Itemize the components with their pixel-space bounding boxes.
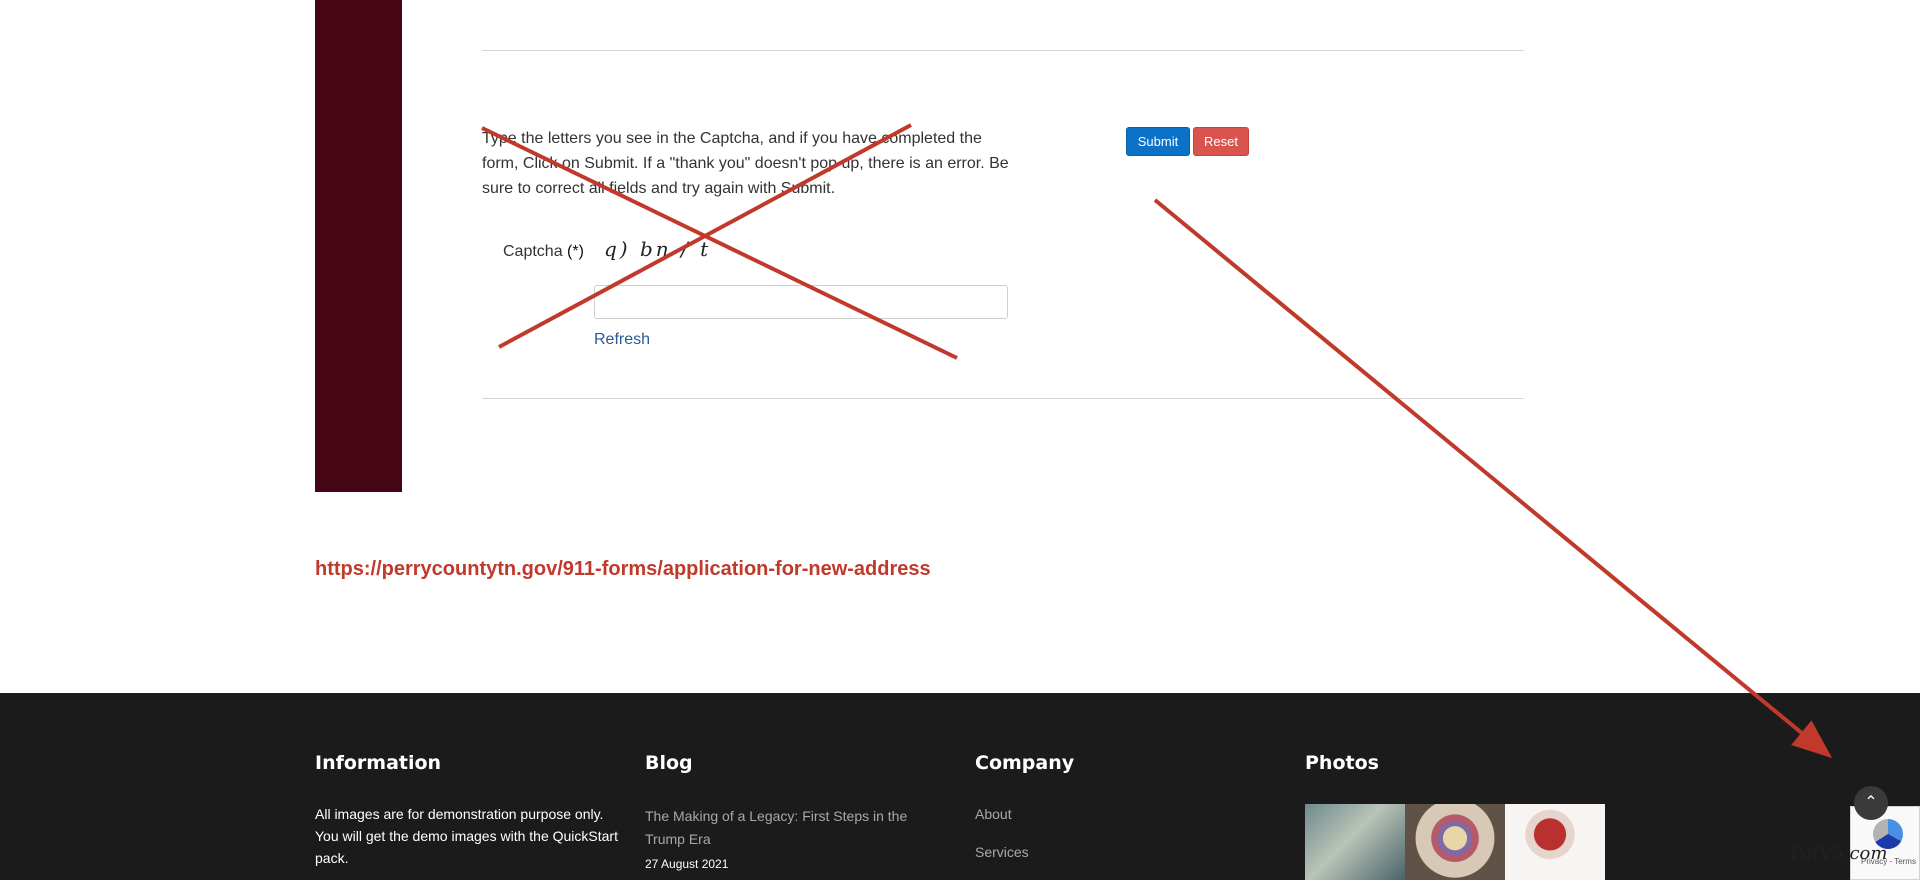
watermark: PatV5.com: [1790, 843, 1888, 864]
footer: [0, 693, 1920, 880]
gallery-photo[interactable]: [1505, 804, 1605, 880]
page-url-caption: https://perrycountytn.gov/911-forms/appl…: [315, 558, 931, 580]
footer-information-text: All images are for demonstration purpose…: [315, 806, 618, 866]
footer-link-services[interactable]: Services: [975, 844, 1029, 860]
blog-post-link[interactable]: The Making of a Legacy: First Steps in t…: [645, 805, 925, 851]
required-marker: (*): [567, 243, 584, 260]
footer-heading-information: Information: [315, 752, 442, 774]
annotation-arrow: [1153, 198, 1833, 759]
form-instructions: Type the letters you see in the Captcha,…: [482, 130, 1009, 197]
footer-link-about[interactable]: About: [975, 806, 1012, 822]
form-divider-bottom: [482, 398, 1524, 399]
footer-heading-blog: Blog: [645, 752, 693, 774]
reset-button[interactable]: Reset: [1193, 127, 1249, 156]
photo-gallery: [1305, 804, 1605, 880]
form-divider-top: [482, 50, 1524, 51]
footer-heading-company: Company: [975, 752, 1075, 774]
captcha-image: q) bn / t: [604, 237, 712, 261]
blog-post-date: 27 August 2021: [645, 857, 729, 871]
footer-heading-photos: Photos: [1305, 752, 1379, 774]
submit-button[interactable]: Submit: [1126, 127, 1190, 156]
gallery-photo[interactable]: [1305, 804, 1405, 880]
captcha-label-text: Captcha: [503, 243, 563, 260]
captcha-refresh-link[interactable]: Refresh: [594, 331, 650, 349]
captcha-label: Captcha (*): [503, 243, 584, 261]
gallery-photo[interactable]: [1405, 804, 1505, 880]
sidebar-accent-bar: [315, 0, 402, 492]
scroll-to-top-button[interactable]: ⌃: [1854, 786, 1888, 820]
captcha-input[interactable]: [594, 285, 1008, 319]
chevron-up-icon: ⌃: [1864, 794, 1878, 811]
